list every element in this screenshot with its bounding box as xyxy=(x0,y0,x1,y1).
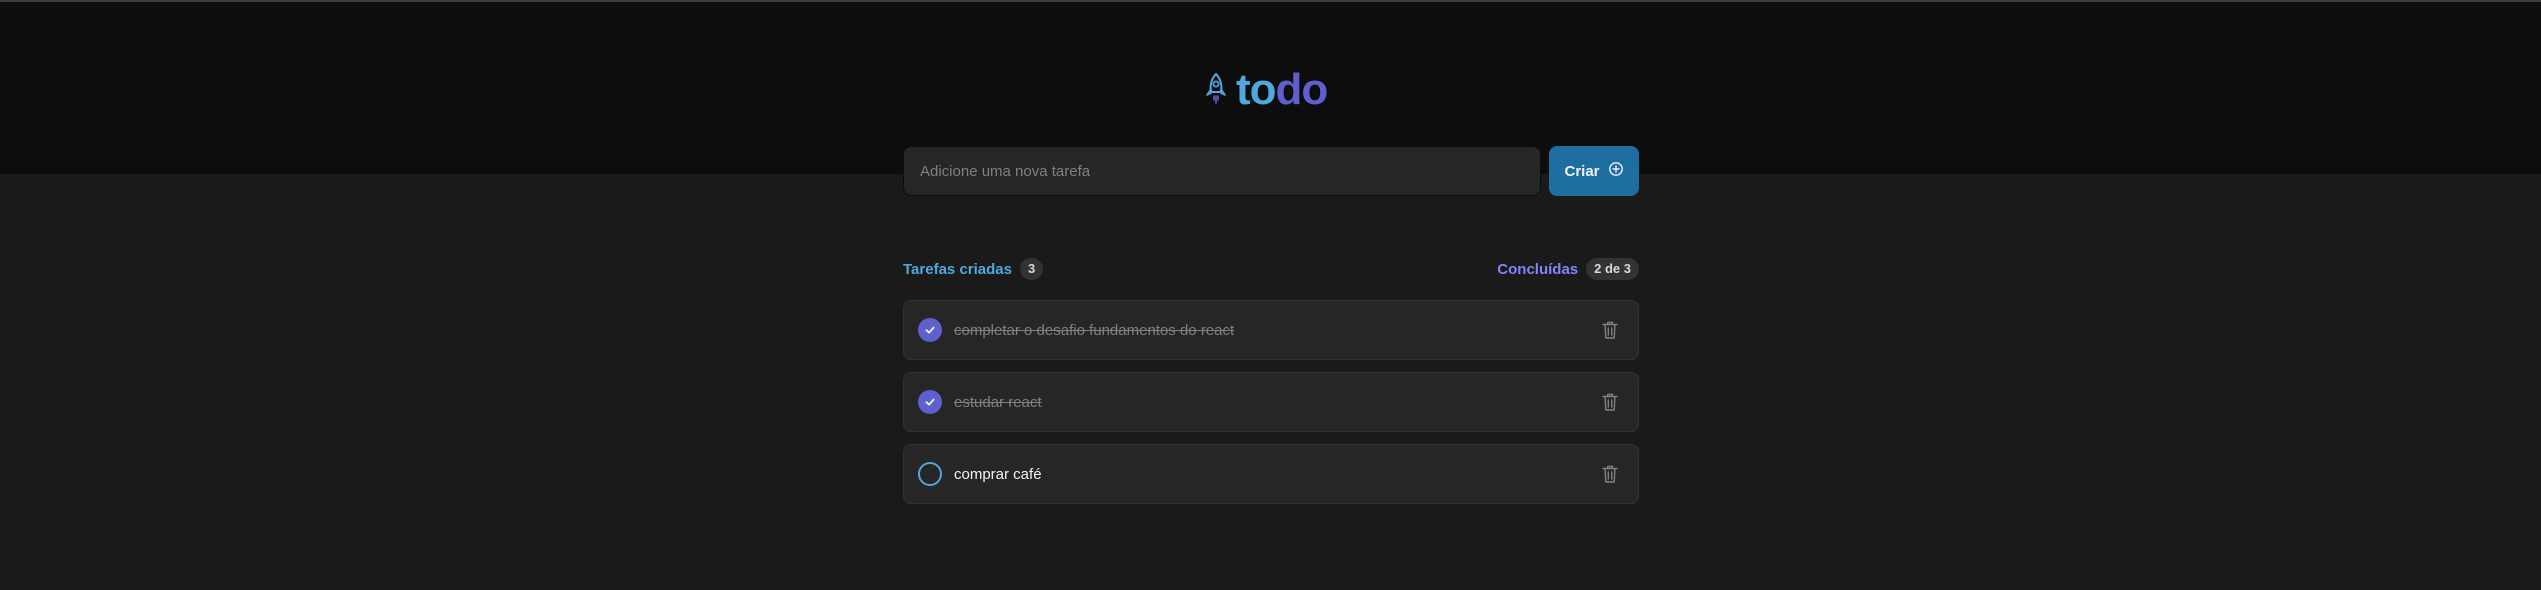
created-label: Tarefas criadas xyxy=(903,260,1012,278)
task-text: completar o desafio fundamentos do react xyxy=(954,321,1235,339)
done-count-badge: 2 de 3 xyxy=(1586,258,1639,280)
new-task-form: Criar xyxy=(903,146,2039,200)
created-count-badge: 3 xyxy=(1019,258,1044,280)
task-item: completar o desafio fundamentos do react xyxy=(903,300,1639,360)
check-icon xyxy=(925,398,935,406)
task-item: estudar react xyxy=(903,372,1639,432)
logo: todo xyxy=(1204,65,1328,114)
trash-icon[interactable] xyxy=(1598,462,1622,486)
trash-icon[interactable] xyxy=(1598,390,1622,414)
create-button-label: Criar xyxy=(1564,162,1600,180)
logo-text: todo xyxy=(1236,65,1328,114)
task-checkbox[interactable] xyxy=(918,318,942,342)
task-checkbox[interactable] xyxy=(918,462,942,486)
done-label: Concluídas xyxy=(1497,260,1579,278)
trash-icon[interactable] xyxy=(1598,318,1622,342)
done-counter: Concluídas 2 de 3 xyxy=(1497,258,1639,280)
task-text: estudar react xyxy=(954,393,1042,411)
created-counter: Tarefas criadas 3 xyxy=(903,258,1044,280)
task-checkbox[interactable] xyxy=(918,390,942,414)
create-button[interactable]: Criar xyxy=(1549,146,1639,196)
task-text: comprar café xyxy=(954,465,1042,483)
task-list: completar o desafio fundamentos do react… xyxy=(903,300,1639,504)
check-icon xyxy=(925,326,935,334)
task-item: comprar café xyxy=(903,444,1639,504)
rocket-icon xyxy=(1204,72,1228,108)
plus-circle-icon xyxy=(1608,161,1624,181)
new-task-input[interactable] xyxy=(903,146,1541,196)
task-counters: Tarefas criadas 3 Concluídas 2 de 3 xyxy=(903,257,1639,281)
